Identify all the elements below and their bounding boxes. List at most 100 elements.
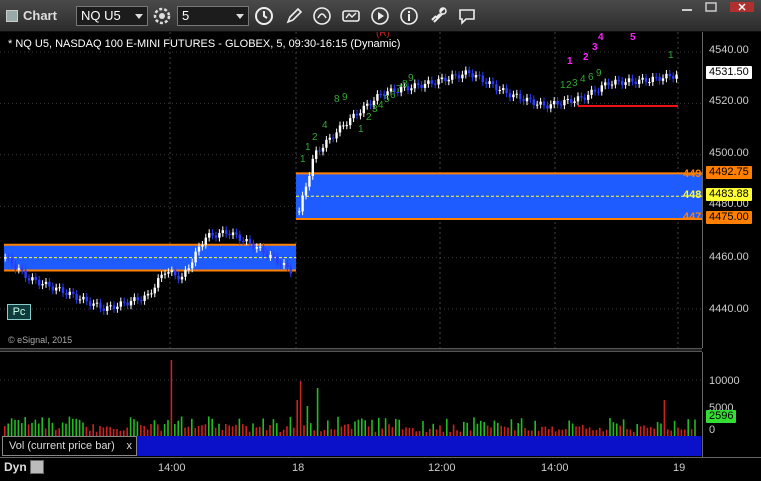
volume-bar bbox=[517, 423, 519, 436]
volume-bar bbox=[578, 426, 581, 436]
candle-body bbox=[604, 82, 607, 86]
volume-bar bbox=[541, 426, 543, 436]
price-axis[interactable]: 4540.00 4531.50 4520.00 4500.00 4492.75 … bbox=[702, 32, 761, 348]
volume-bar bbox=[17, 419, 20, 436]
volume-bar bbox=[44, 428, 47, 436]
volume-bar bbox=[211, 418, 213, 436]
volume-bar bbox=[75, 418, 77, 436]
volume-bar bbox=[296, 400, 298, 436]
candle-body bbox=[423, 83, 427, 88]
volume-bar bbox=[163, 423, 166, 436]
maximize-icon[interactable] bbox=[704, 2, 718, 12]
volume-bar bbox=[571, 423, 574, 436]
level-lower-tag: 4475.00 bbox=[706, 211, 752, 224]
clock-icon[interactable] bbox=[254, 6, 274, 26]
candle-body bbox=[655, 76, 658, 78]
volume-bar bbox=[10, 418, 13, 436]
price-chart[interactable]: 11248 9123 45 67 891 2 3 4 6 911 234 5(R) bbox=[0, 32, 702, 348]
candle-body bbox=[187, 268, 190, 270]
volume-bar bbox=[575, 426, 577, 436]
volume-bar bbox=[174, 423, 176, 436]
volume-bar bbox=[422, 421, 424, 436]
candle-body bbox=[225, 230, 228, 234]
volume-bar bbox=[116, 429, 118, 436]
candle-body bbox=[658, 76, 661, 81]
candle-body bbox=[248, 238, 252, 244]
volume-bar bbox=[367, 426, 370, 436]
chat-icon[interactable] bbox=[457, 6, 477, 26]
volume-legend[interactable]: Vol (current price bar) x bbox=[2, 436, 137, 456]
volume-bar bbox=[656, 422, 659, 436]
candle-body bbox=[464, 70, 467, 75]
candle-body bbox=[289, 267, 292, 274]
volume-bar bbox=[299, 381, 302, 436]
setup-count-label: 2 bbox=[583, 52, 589, 63]
candle-body bbox=[204, 237, 207, 245]
volume-bar bbox=[269, 425, 271, 436]
symbol-input[interactable]: NQ U5 bbox=[76, 6, 148, 26]
candle-body bbox=[197, 246, 201, 252]
minimize-icon[interactable] bbox=[680, 2, 694, 12]
candle-body bbox=[644, 77, 648, 83]
setup-count-label: 4 bbox=[598, 32, 604, 43]
candle-body bbox=[461, 74, 464, 79]
candle-body bbox=[641, 77, 644, 80]
candle-body bbox=[245, 238, 248, 242]
candle-body bbox=[539, 101, 542, 105]
volume-chart[interactable] bbox=[0, 352, 702, 436]
volume-bar bbox=[673, 420, 676, 436]
volume-axis[interactable]: 10000 5000 2596 0 bbox=[702, 352, 761, 457]
candle-body bbox=[272, 254, 275, 257]
volume-bar bbox=[667, 429, 669, 436]
candle-body bbox=[430, 80, 433, 84]
candle-body bbox=[218, 232, 221, 238]
candle-body bbox=[231, 232, 235, 236]
volume-bar bbox=[272, 419, 275, 436]
countdown-label: 1 bbox=[358, 124, 364, 135]
play-icon[interactable] bbox=[370, 6, 390, 26]
volume-bar bbox=[497, 422, 499, 436]
interval-value: 5 bbox=[182, 8, 190, 23]
studies-icon[interactable] bbox=[341, 6, 361, 26]
candle-body bbox=[106, 306, 109, 311]
candle-body bbox=[269, 254, 272, 258]
volume-bar bbox=[408, 427, 411, 436]
interval-input[interactable]: 5 bbox=[177, 6, 249, 26]
volume-bar bbox=[191, 418, 193, 436]
volume-bar bbox=[150, 424, 152, 436]
chevron-down-icon bbox=[135, 14, 143, 19]
candle-body bbox=[78, 299, 82, 301]
volume-bar bbox=[405, 427, 407, 436]
candle-body bbox=[502, 88, 505, 91]
candle-body bbox=[413, 83, 416, 89]
setup-count-label: 3 bbox=[592, 42, 598, 53]
volume-bar bbox=[568, 420, 570, 436]
setup-count-label: 1 bbox=[567, 56, 573, 67]
pencil-icon[interactable] bbox=[284, 6, 304, 26]
link-chain-icon[interactable] bbox=[30, 460, 44, 474]
candle-body bbox=[420, 84, 423, 88]
candle-body bbox=[359, 113, 362, 116]
volume-bar bbox=[112, 428, 115, 436]
volume-bar bbox=[167, 419, 169, 436]
candle-body bbox=[532, 99, 535, 106]
volume-close-icon[interactable]: x bbox=[127, 437, 133, 455]
gauge-icon[interactable] bbox=[312, 6, 332, 26]
link-icon[interactable] bbox=[428, 6, 448, 26]
volume-bar bbox=[626, 429, 628, 436]
gear-icon[interactable] bbox=[152, 6, 172, 26]
volume-bar bbox=[170, 360, 173, 436]
info-icon[interactable] bbox=[399, 6, 419, 26]
pc-badge[interactable]: Pc bbox=[7, 304, 31, 320]
candle-body bbox=[167, 272, 170, 274]
volume-bar bbox=[364, 420, 366, 436]
candle-body bbox=[583, 97, 586, 100]
candle-body bbox=[55, 287, 58, 291]
dyn-label[interactable]: Dyn bbox=[4, 460, 27, 474]
candle-body bbox=[89, 301, 92, 306]
volume-bar bbox=[609, 417, 611, 436]
time-axis[interactable] bbox=[0, 457, 761, 481]
candle-body bbox=[191, 262, 194, 269]
volume-bar bbox=[412, 428, 414, 436]
close-icon[interactable] bbox=[730, 2, 754, 12]
